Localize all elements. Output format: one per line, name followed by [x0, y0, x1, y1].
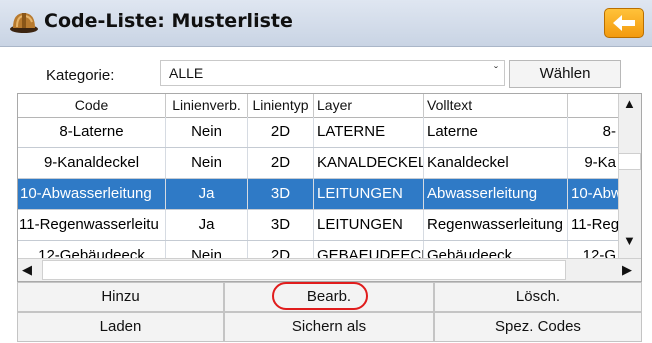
helmet-icon: [10, 13, 38, 33]
table-row[interactable]: 8-Laterne Nein 2D LATERNE Laterne 8-: [18, 117, 618, 148]
arrow-left-icon: [613, 15, 635, 31]
cell-linienverb: Ja: [166, 210, 248, 240]
loesch-button[interactable]: Lösch.: [434, 282, 642, 312]
table-header: Code Linienverb. Linientyp Layer Volltex…: [18, 94, 618, 118]
column-header-linientyp[interactable]: Linientyp: [248, 94, 314, 117]
cell-linienverb: Nein: [166, 148, 248, 178]
scroll-up-icon[interactable]: ▲: [623, 96, 636, 111]
cell-code: 9-Kanaldeckel: [18, 148, 166, 178]
window-title: Code-Liste: Musterliste: [44, 10, 293, 32]
cell-extra: 9-Ka: [584, 154, 616, 171]
bearb-button[interactable]: Bearb.: [224, 282, 434, 312]
table-row[interactable]: 11-Regenwasserleitu Ja 3D LEITUNGEN Rege…: [18, 210, 618, 241]
cell-extra: 11-Reg: [571, 216, 618, 233]
back-button[interactable]: [604, 8, 644, 38]
cell-volltext: Abwasserleitung: [424, 179, 568, 209]
cell-volltext: Laterne: [424, 117, 568, 147]
waehlen-button[interactable]: Wählen: [509, 60, 621, 88]
code-table[interactable]: Code Linienverb. Linientyp Layer Volltex…: [17, 93, 642, 282]
cell-code: 8-Laterne: [18, 117, 166, 147]
laden-button[interactable]: Laden: [17, 312, 224, 342]
column-header-linienverb[interactable]: Linienverb.: [166, 94, 248, 117]
cell-layer: LATERNE: [314, 117, 424, 147]
scroll-right-icon[interactable]: ▶: [622, 262, 632, 278]
kategorie-value: ALLE: [169, 65, 204, 81]
cell-extra: 10-Abw: [571, 185, 618, 202]
table-row[interactable]: 9-Kanaldeckel Nein 2D KANALDECKEL Kanald…: [18, 148, 618, 179]
hinzu-button[interactable]: Hinzu: [17, 282, 224, 312]
cell-linientyp: 3D: [248, 210, 314, 240]
column-header-code[interactable]: Code: [18, 94, 166, 117]
cell-code: 11-Regenwasserleitu: [18, 210, 166, 240]
cell-extra: 8-: [602, 123, 616, 140]
cell-linienverb: Ja: [166, 179, 248, 209]
cell-volltext: Regenwasserleitung: [424, 210, 568, 240]
cell-linientyp: 2D: [248, 148, 314, 178]
dropdown-caret-icon: ˇ: [494, 64, 498, 78]
cell-linientyp: 2D: [248, 117, 314, 147]
title-bar: Code-Liste: Musterliste: [0, 0, 652, 47]
column-header-layer[interactable]: Layer: [314, 94, 424, 117]
cell-code: 10-Abwasserleitung: [18, 179, 166, 209]
cell-linienverb: Nein: [166, 117, 248, 147]
kategorie-field[interactable]: ALLE ˇ: [160, 60, 505, 86]
horizontal-scroll-thumb[interactable]: [42, 260, 566, 280]
spez-codes-button[interactable]: Spez. Codes: [434, 312, 642, 342]
scroll-down-icon[interactable]: ▼: [623, 233, 636, 248]
scroll-left-icon[interactable]: ◀: [22, 262, 32, 278]
cell-volltext: Kanaldeckel: [424, 148, 568, 178]
cell-layer: LEITUNGEN: [314, 179, 424, 209]
cell-linientyp: 3D: [248, 179, 314, 209]
sichern-als-button[interactable]: Sichern als: [224, 312, 434, 342]
vertical-scroll-thumb[interactable]: [618, 153, 641, 170]
cell-layer: LEITUNGEN: [314, 210, 424, 240]
column-header-volltext[interactable]: Volltext: [424, 94, 568, 117]
table-row-selected[interactable]: 10-Abwasserleitung Ja 3D LEITUNGEN Abwas…: [18, 179, 618, 210]
kategorie-label: Kategorie:: [46, 67, 115, 84]
cell-layer: KANALDECKEL: [314, 148, 424, 178]
column-header-extra[interactable]: [568, 94, 618, 117]
